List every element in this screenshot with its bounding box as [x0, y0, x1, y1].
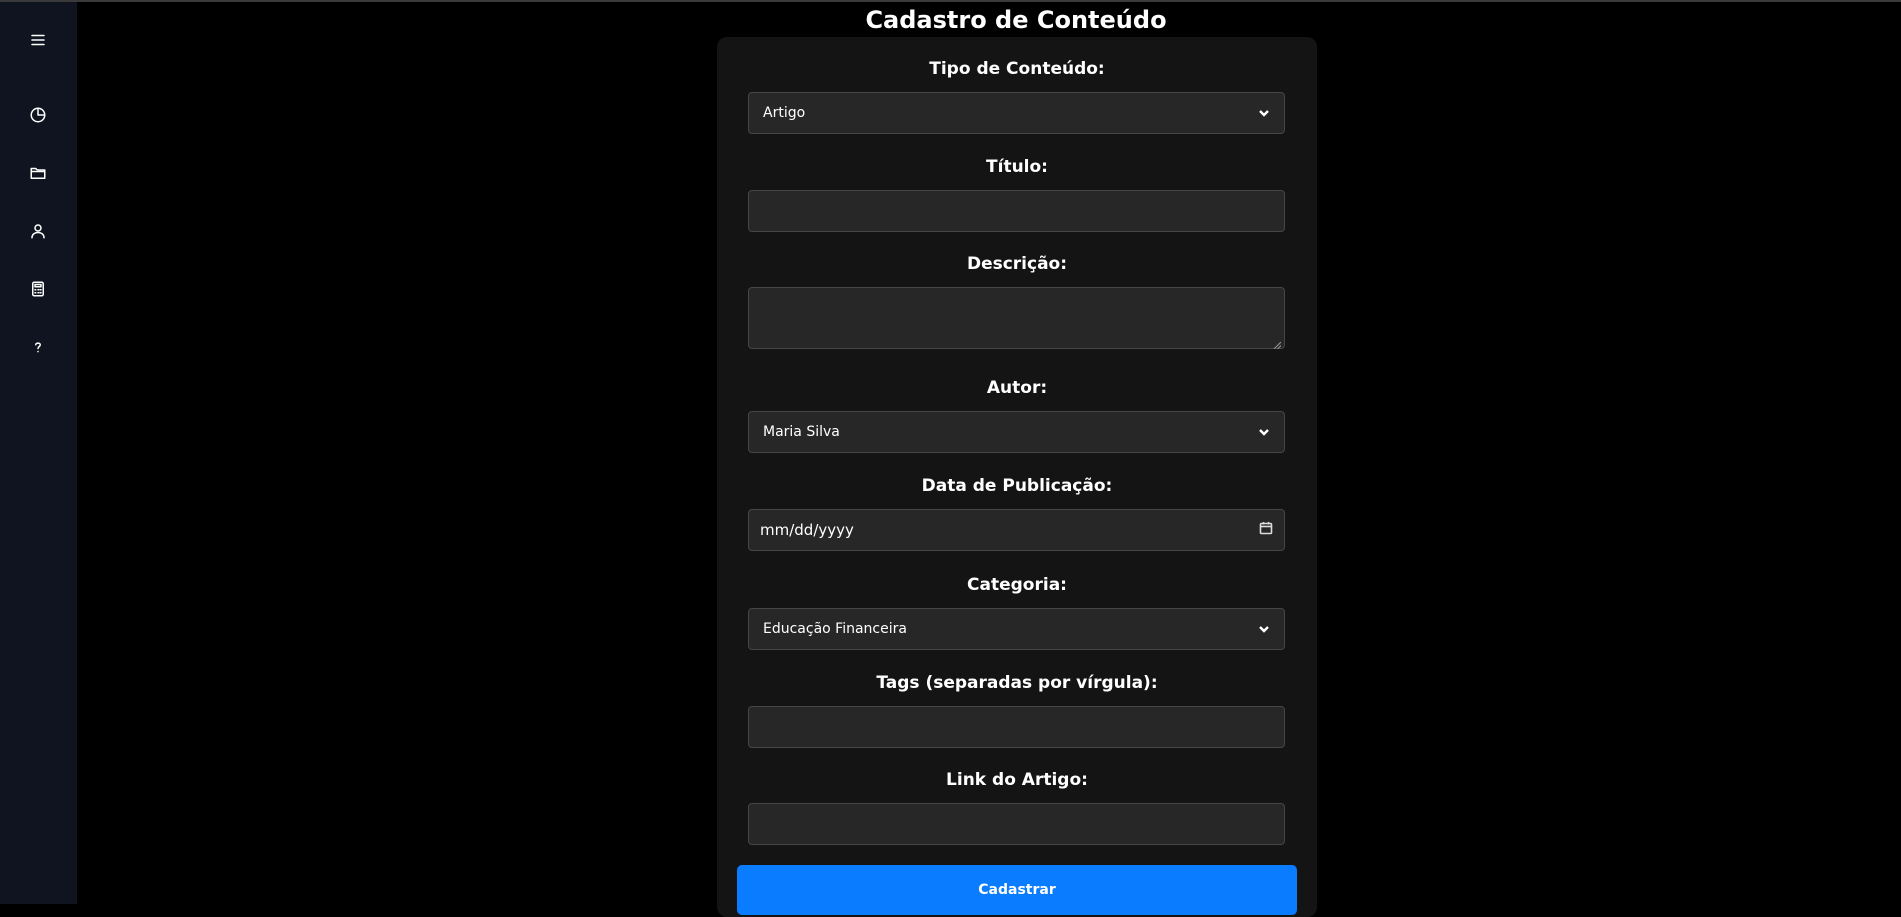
- titulo-label: Título:: [986, 157, 1048, 177]
- titulo-input[interactable]: [748, 190, 1285, 232]
- data-input-placeholder: mm/dd/yyyy: [760, 521, 854, 539]
- tags-label: Tags (separadas por vírgula):: [876, 673, 1158, 693]
- user-icon[interactable]: [24, 217, 52, 245]
- data-label: Data de Publicação:: [921, 476, 1113, 496]
- sidebar: [0, 2, 77, 904]
- tipo-select-value: Artigo: [763, 105, 806, 121]
- chevron-down-icon: [1258, 107, 1270, 119]
- data-input[interactable]: mm/dd/yyyy: [748, 509, 1285, 551]
- autor-select[interactable]: Maria Silva: [748, 411, 1285, 453]
- tipo-select[interactable]: Artigo: [748, 92, 1285, 134]
- menu-icon[interactable]: [24, 26, 52, 54]
- calendar-icon[interactable]: [1259, 521, 1273, 539]
- pie-chart-icon[interactable]: [24, 101, 52, 129]
- link-label: Link do Artigo:: [946, 770, 1088, 790]
- calculator-icon[interactable]: [24, 275, 52, 303]
- resize-handle-icon[interactable]: [1273, 337, 1282, 350]
- chevron-down-icon: [1258, 426, 1270, 438]
- tags-input[interactable]: [748, 706, 1285, 748]
- autor-select-value: Maria Silva: [763, 424, 840, 440]
- descricao-label: Descrição:: [966, 254, 1068, 274]
- autor-label: Autor:: [986, 378, 1048, 398]
- folder-icon[interactable]: [24, 159, 52, 187]
- page-title: Cadastro de Conteúdo: [865, 6, 1167, 34]
- categoria-select-value: Educação Financeira: [763, 621, 907, 637]
- help-icon[interactable]: [24, 333, 52, 361]
- cadastrar-button[interactable]: Cadastrar: [737, 865, 1297, 915]
- chevron-down-icon: [1258, 623, 1270, 635]
- link-input[interactable]: [748, 803, 1285, 845]
- categoria-select[interactable]: Educação Financeira: [748, 608, 1285, 650]
- tipo-label: Tipo de Conteúdo:: [929, 59, 1105, 79]
- categoria-label: Categoria:: [967, 575, 1067, 595]
- descricao-textarea[interactable]: [748, 287, 1285, 350]
